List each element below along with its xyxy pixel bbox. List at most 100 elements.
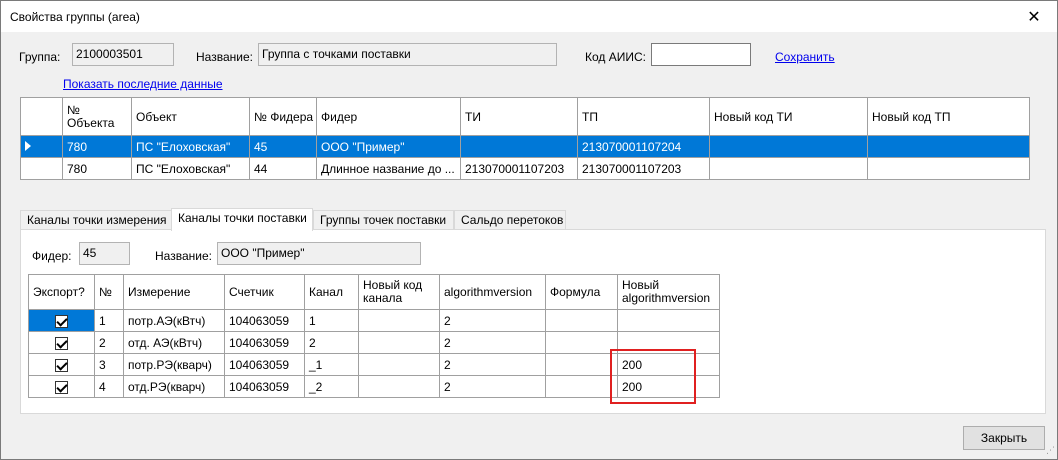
points-grid: № Объекта Объект № Фидера Фидер ТИ ТП Но… <box>20 97 1030 180</box>
col-meter[interactable]: Счетчик <box>224 274 305 310</box>
tab-delivery-groups[interactable]: Группы точек поставки <box>313 210 454 230</box>
cell[interactable]: 2 <box>94 331 124 354</box>
col-algorithmversion[interactable]: algorithmversion <box>439 274 546 310</box>
close-button[interactable]: Закрыть <box>963 426 1045 450</box>
feeder-label: Фидер: <box>32 249 72 263</box>
close-icon[interactable]: ✕ <box>1011 1 1057 32</box>
name-field[interactable]: Группа с точками поставки <box>258 43 557 66</box>
cell[interactable]: 213070001107203 <box>460 157 578 180</box>
cell[interactable]: 104063059 <box>224 353 305 376</box>
export-cell[interactable] <box>28 375 95 398</box>
export-cell[interactable] <box>28 331 95 354</box>
cell[interactable]: 45 <box>249 135 317 158</box>
aiis-code-input[interactable] <box>651 43 751 66</box>
name-label: Название: <box>196 50 253 64</box>
cell[interactable]: 104063059 <box>224 309 305 332</box>
aiis-label: Код АИИС: <box>585 50 646 64</box>
export-checkbox[interactable] <box>55 314 68 328</box>
table-row[interactable]: 1 потр.АЭ(кВтч) 104063059 1 2 <box>28 309 720 332</box>
col-feeder-number[interactable]: № Фидера <box>249 97 317 136</box>
col-formula[interactable]: Формула <box>545 274 618 310</box>
cell[interactable] <box>545 375 618 398</box>
tab-flow-balance[interactable]: Сальдо перетоков <box>454 210 566 230</box>
feeder-field[interactable]: 45 <box>79 242 130 265</box>
cell[interactable]: 4 <box>94 375 124 398</box>
cell[interactable] <box>358 309 440 332</box>
col-export[interactable]: Экспорт? <box>28 274 95 310</box>
cell[interactable]: 3 <box>94 353 124 376</box>
col-object[interactable]: Объект <box>131 97 250 136</box>
col-feeder[interactable]: Фидер <box>316 97 461 136</box>
row-selector[interactable] <box>20 157 63 180</box>
feeder-name-field[interactable]: ООО "Пример" <box>217 242 421 265</box>
cell[interactable] <box>617 309 720 332</box>
export-cell[interactable] <box>28 353 95 376</box>
cell[interactable] <box>709 157 868 180</box>
cell[interactable]: _2 <box>304 375 359 398</box>
resize-grip-icon[interactable]: ⋰ <box>1046 445 1055 456</box>
col-channel[interactable]: Канал <box>304 274 359 310</box>
feeder-name-label: Название: <box>155 249 212 263</box>
cell[interactable] <box>358 375 440 398</box>
save-link[interactable]: Сохранить <box>775 50 835 64</box>
cell[interactable]: потр.АЭ(кВтч) <box>123 309 225 332</box>
tab-measurement-channels[interactable]: Каналы точки измерения <box>20 210 172 230</box>
dialog-window: Свойства группы (area) ✕ Группа: 2100003… <box>0 0 1058 460</box>
tab-delivery-channels[interactable]: Каналы точки поставки <box>171 208 313 231</box>
col-ti[interactable]: ТИ <box>460 97 578 136</box>
cell[interactable] <box>358 353 440 376</box>
export-cell[interactable] <box>28 309 95 332</box>
cell[interactable]: 1 <box>304 309 359 332</box>
cell[interactable] <box>545 353 618 376</box>
col-tp[interactable]: ТП <box>577 97 710 136</box>
group-label: Группа: <box>19 50 61 64</box>
col-object-number[interactable]: № Объекта <box>62 97 132 136</box>
cell[interactable]: 104063059 <box>224 331 305 354</box>
table-row[interactable]: 780 ПС "Елоховская" 44 Длинное название … <box>20 157 1030 180</box>
col-new-ti-code[interactable]: Новый код ТИ <box>709 97 868 136</box>
cell[interactable]: 2 <box>439 309 546 332</box>
cell[interactable]: 2 <box>304 331 359 354</box>
highlight-box <box>610 349 696 404</box>
table-row[interactable]: 780 ПС "Елоховская" 45 ООО "Пример" 2130… <box>20 135 1030 158</box>
cell[interactable]: 213070001107203 <box>577 157 710 180</box>
export-checkbox[interactable] <box>55 358 68 372</box>
cell[interactable] <box>867 157 1030 180</box>
row-header-corner <box>20 97 63 136</box>
group-field[interactable]: 2100003501 <box>72 43 174 66</box>
cell[interactable]: 2 <box>439 353 546 376</box>
export-checkbox[interactable] <box>55 380 68 394</box>
cell[interactable]: отд. АЭ(кВтч) <box>123 331 225 354</box>
cell[interactable]: отд.РЭ(кварч) <box>123 375 225 398</box>
cell[interactable] <box>867 135 1030 158</box>
cell[interactable] <box>545 309 618 332</box>
cell[interactable] <box>545 331 618 354</box>
cell[interactable]: ПС "Елоховская" <box>131 135 250 158</box>
col-new-algorithmversion[interactable]: Новый algorithmversion <box>617 274 720 310</box>
cell[interactable]: 44 <box>249 157 317 180</box>
cell[interactable]: потр.РЭ(кварч) <box>123 353 225 376</box>
col-new-channel-code[interactable]: Новый код канала <box>358 274 440 310</box>
current-row-arrow-icon <box>25 140 31 151</box>
row-selector[interactable] <box>20 135 63 158</box>
cell[interactable]: 1 <box>94 309 124 332</box>
show-last-data-link[interactable]: Показать последние данные <box>63 77 223 91</box>
cell[interactable]: 104063059 <box>224 375 305 398</box>
col-number[interactable]: № <box>94 274 124 310</box>
window-title: Свойства группы (area) <box>10 10 140 24</box>
cell[interactable]: 2 <box>439 331 546 354</box>
cell[interactable]: 780 <box>62 157 132 180</box>
export-checkbox[interactable] <box>55 336 68 350</box>
cell[interactable] <box>460 135 578 158</box>
cell[interactable]: Длинное название до ... <box>316 157 461 180</box>
col-measurement[interactable]: Измерение <box>123 274 225 310</box>
cell[interactable]: ООО "Пример" <box>316 135 461 158</box>
cell[interactable] <box>358 331 440 354</box>
cell[interactable]: ПС "Елоховская" <box>131 157 250 180</box>
cell[interactable]: 2 <box>439 375 546 398</box>
cell[interactable]: _1 <box>304 353 359 376</box>
cell[interactable]: 780 <box>62 135 132 158</box>
cell[interactable]: 213070001107204 <box>577 135 710 158</box>
col-new-tp-code[interactable]: Новый код ТП <box>867 97 1030 136</box>
cell[interactable] <box>709 135 868 158</box>
